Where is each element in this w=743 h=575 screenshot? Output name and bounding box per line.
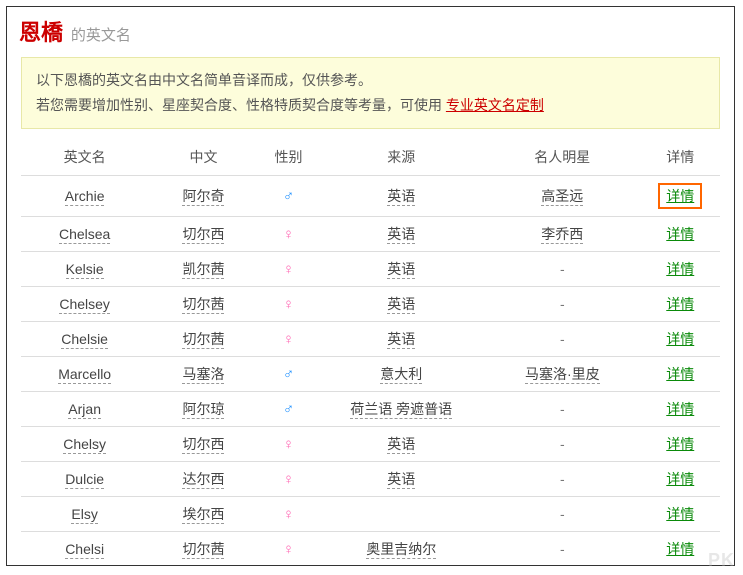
english-name-link[interactable]: Archie xyxy=(65,188,105,206)
empty-dash: - xyxy=(560,436,565,452)
detail-link[interactable]: 详情 xyxy=(666,471,694,487)
detail-link[interactable]: 详情 xyxy=(666,261,694,277)
chinese-name-link[interactable]: 切尔茜 xyxy=(182,331,224,349)
celebrity-link[interactable]: 马塞洛·里皮 xyxy=(525,366,600,384)
chinese-name-link[interactable]: 阿尔琼 xyxy=(182,401,224,419)
origin-link[interactable]: 英语 xyxy=(387,188,415,206)
male-icon: ♂ xyxy=(283,188,294,205)
chinese-name-link[interactable]: 凯尔茜 xyxy=(182,261,224,279)
empty-dash: - xyxy=(560,261,565,277)
english-name-link[interactable]: Chelsi xyxy=(65,541,104,559)
origin-link[interactable]: 英语 xyxy=(387,471,415,489)
celebrity-link[interactable]: 高圣远 xyxy=(541,188,583,206)
origin-link[interactable]: 英语 xyxy=(387,261,415,279)
header-detail: 详情 xyxy=(641,139,720,176)
chinese-name-link[interactable]: 马塞洛 xyxy=(182,366,224,384)
header-origin: 来源 xyxy=(318,139,484,176)
header-english: 英文名 xyxy=(21,139,148,176)
chinese-name-link[interactable]: 切尔西 xyxy=(182,226,224,244)
names-table: 英文名 中文 性别 来源 名人明星 详情 Archie阿尔奇♂英语高圣远详情Ch… xyxy=(21,139,720,566)
english-name-link[interactable]: Dulcie xyxy=(65,471,104,489)
origin-link[interactable]: 英语 xyxy=(387,226,415,244)
content-frame: 恩橋 的英文名 以下恩橋的英文名由中文名简单音译而成，仅供参考。 若您需要增加性… xyxy=(6,6,735,566)
chinese-name-link[interactable]: 切尔西 xyxy=(182,436,224,454)
detail-link[interactable]: 详情 xyxy=(666,436,694,452)
detail-link[interactable]: 详情 xyxy=(666,331,694,347)
chinese-name-link[interactable]: 埃尔西 xyxy=(182,506,224,524)
english-name-link[interactable]: Kelsie xyxy=(66,261,104,279)
page-title: 恩橋 的英文名 xyxy=(7,7,734,51)
female-icon: ♀ xyxy=(283,296,294,313)
origin-link[interactable]: 英语 xyxy=(387,331,415,349)
female-icon: ♀ xyxy=(283,226,294,243)
english-name-link[interactable]: Elsy xyxy=(71,506,97,524)
empty-dash: - xyxy=(560,541,565,557)
detail-link[interactable]: 详情 xyxy=(666,366,694,382)
title-sub: 的英文名 xyxy=(71,27,131,44)
title-main: 恩橋 xyxy=(19,20,63,45)
customize-link[interactable]: 专业英文名定制 xyxy=(446,97,544,113)
female-icon: ♀ xyxy=(283,471,294,488)
empty-dash: - xyxy=(560,471,565,487)
empty-dash: - xyxy=(560,506,565,522)
origin-link[interactable]: 荷兰语 旁遮普语 xyxy=(350,401,452,419)
detail-link[interactable]: 详情 xyxy=(666,296,694,312)
notice-line-1: 以下恩橋的英文名由中文名简单音译而成，仅供参考。 xyxy=(36,68,705,93)
table-row: Chelsea 切尔西 ♀ 英语 李乔西 详情 xyxy=(21,217,720,252)
english-name-link[interactable]: Chelsie xyxy=(61,331,108,349)
chinese-name-link[interactable]: 达尔西 xyxy=(182,471,224,489)
female-icon: ♀ xyxy=(283,541,294,558)
origin-link[interactable]: 奥里吉纳尔 xyxy=(366,541,436,559)
header-row: 英文名 中文 性别 来源 名人明星 详情 xyxy=(21,139,720,176)
detail-link[interactable]: 详情 xyxy=(666,226,694,242)
female-icon: ♀ xyxy=(283,436,294,453)
table-row: Elsy 埃尔西 ♀ - 详情 xyxy=(21,497,720,532)
english-name-link[interactable]: Chelsy xyxy=(63,436,106,454)
chinese-name-link[interactable]: 切尔茜 xyxy=(182,296,224,314)
female-icon: ♀ xyxy=(283,331,294,348)
notice-box: 以下恩橋的英文名由中文名简单音译而成，仅供参考。 若您需要增加性别、星座契合度、… xyxy=(21,57,720,129)
chinese-name-link[interactable]: 切尔茜 xyxy=(182,541,224,559)
table-row: Chelsie 切尔茜 ♀ 英语 - 详情 xyxy=(21,322,720,357)
detail-highlight-box: 详情 xyxy=(658,183,702,209)
english-name-link[interactable]: Chelsea xyxy=(59,226,110,244)
detail-link[interactable]: 详情 xyxy=(666,401,694,417)
header-gender: 性别 xyxy=(259,139,319,176)
table-row: Marcello 马塞洛 ♂ 意大利 马塞洛·里皮 详情 xyxy=(21,357,720,392)
notice-line-2: 若您需要增加性别、星座契合度、性格特质契合度等考量，可使用 专业英文名定制 xyxy=(36,93,705,118)
male-icon: ♂ xyxy=(283,401,294,418)
table-row: Archie 阿尔奇 ♂ 英语 高圣远 详情 xyxy=(21,176,720,217)
english-name-link[interactable]: Arjan xyxy=(68,401,101,419)
table-row: Chelsi 切尔茜 ♀ 奥里吉纳尔 - 详情 xyxy=(21,532,720,566)
male-icon: ♂ xyxy=(283,366,294,383)
chinese-name-link[interactable]: 阿尔奇 xyxy=(182,188,224,206)
empty-dash: - xyxy=(560,401,565,417)
empty-dash: - xyxy=(560,331,565,347)
detail-link[interactable]: 详情 xyxy=(666,541,694,557)
header-chinese: 中文 xyxy=(148,139,258,176)
female-icon: ♀ xyxy=(283,506,294,523)
origin-link[interactable]: 英语 xyxy=(387,296,415,314)
english-name-link[interactable]: Marcello xyxy=(58,366,111,384)
table-row: Chelsy 切尔西 ♀ 英语 - 详情 xyxy=(21,427,720,462)
table-row: Arjan 阿尔琼 ♂ 荷兰语 旁遮普语 - 详情 xyxy=(21,392,720,427)
celebrity-link[interactable]: 李乔西 xyxy=(541,226,583,244)
table-row: Kelsie 凯尔茜 ♀ 英语 - 详情 xyxy=(21,252,720,287)
origin-link[interactable]: 意大利 xyxy=(380,366,422,384)
table-row: Chelsey 切尔茜 ♀ 英语 - 详情 xyxy=(21,287,720,322)
table-row: Dulcie 达尔西 ♀ 英语 - 详情 xyxy=(21,462,720,497)
female-icon: ♀ xyxy=(283,261,294,278)
origin-link[interactable]: 英语 xyxy=(387,436,415,454)
header-celeb: 名人明星 xyxy=(484,139,640,176)
empty-dash: - xyxy=(560,296,565,312)
detail-link[interactable]: 详情 xyxy=(666,188,694,204)
english-name-link[interactable]: Chelsey xyxy=(59,296,110,314)
detail-link[interactable]: 详情 xyxy=(666,506,694,522)
